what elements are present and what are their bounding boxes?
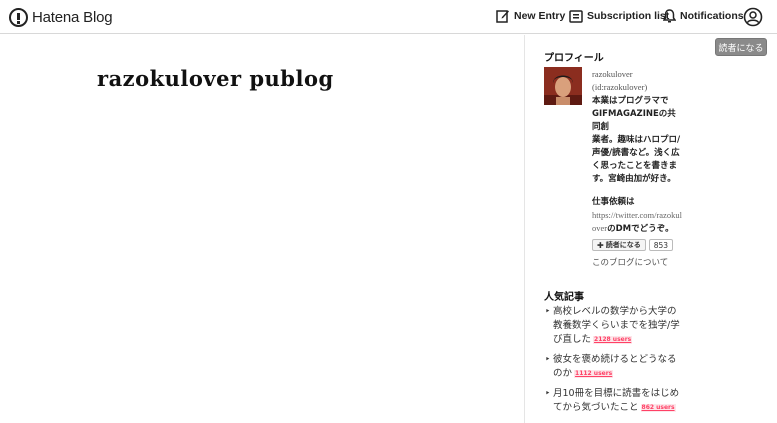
- subscriber-count[interactable]: 853: [648, 239, 674, 251]
- logo-text: Hatena Blog: [32, 8, 113, 26]
- bookmark-users-badge[interactable]: 1112 users: [574, 369, 614, 378]
- twitter-suffix: のDMでどうぞ。: [607, 224, 674, 234]
- profile-name[interactable]: razokulover: [592, 68, 647, 81]
- bio-line: く思ったことを書きま: [592, 161, 678, 171]
- popular-article[interactable]: 彼女を褒め続けるとどうなるのか1112 users: [545, 353, 680, 381]
- bookmark-users-badge[interactable]: 2128 users: [593, 335, 633, 344]
- new-entry-button[interactable]: New Entry: [496, 9, 565, 23]
- new-entry-label: New Entry: [514, 10, 566, 22]
- hatena-blog-logo[interactable]: Hatena Blog: [9, 7, 113, 27]
- edit-icon: [496, 10, 509, 23]
- about-blog-link[interactable]: このブログについて: [592, 256, 668, 268]
- profile-name-block: razokulover (id:razokulover): [592, 68, 647, 94]
- blog-title[interactable]: razokulover publog: [97, 66, 334, 91]
- popular-heading: 人気記事: [544, 292, 584, 303]
- profile-id: (id:razokulover): [592, 82, 648, 92]
- bell-icon: [663, 9, 676, 23]
- main-content: razokulover publog: [0, 35, 524, 423]
- profile-bio: 本業はプログラマで GIFMAGAZINEの共同創 業者。趣味はハロプロ/ 声優…: [592, 95, 682, 186]
- subscribe-reader-button[interactable]: 読者になる: [715, 38, 767, 56]
- subscription-list-button[interactable]: Subscription list: [569, 9, 669, 23]
- avatar-image: [544, 67, 582, 105]
- top-navbar: Hatena Blog New Entry Subscription list …: [0, 0, 777, 34]
- bio-line: 業者。趣味はハロプロ/: [592, 135, 681, 145]
- subscribe-label: 読者になる: [605, 241, 641, 249]
- notifications-button[interactable]: Notifications: [663, 9, 744, 23]
- avatar[interactable]: [544, 67, 582, 105]
- user-menu-button[interactable]: [743, 7, 763, 31]
- bio-line: 声優/読書など。浅く広: [592, 148, 680, 158]
- hatena-logo-icon: [9, 7, 28, 27]
- popular-article[interactable]: 月10冊を目標に読書をはじめてから気づいたこと862 users: [545, 387, 680, 415]
- twitter-link[interactable]: https://twitter.com/razokul: [592, 209, 682, 222]
- bio-line: GIFMAGAZINEの共同創: [592, 109, 676, 132]
- popular-article[interactable]: 高校レベルの数学から大学の教養数学くらいまでを独学/学び直した2128 user…: [545, 305, 680, 347]
- article-title[interactable]: 彼女を褒め続けるとどうなるのか: [553, 354, 677, 379]
- subscribe-row: ✚ 読者になる 853: [592, 239, 674, 251]
- plus-icon: ✚: [597, 240, 604, 250]
- subscription-icon: [569, 10, 583, 23]
- subscribe-button[interactable]: ✚ 読者になる: [592, 239, 646, 251]
- bookmark-users-badge[interactable]: 862 users: [640, 403, 676, 412]
- notifications-label: Notifications: [680, 10, 744, 22]
- twitter-link-end[interactable]: over: [592, 223, 607, 233]
- profile-heading: プロフィール: [544, 53, 604, 64]
- subscription-list-label: Subscription list: [587, 10, 670, 22]
- profile-work-info: 仕事依頼は https://twitter.com/razokul overのD…: [592, 196, 682, 236]
- bio-line: す。宮崎由加が好き。: [592, 174, 676, 184]
- popular-articles-list: 高校レベルの数学から大学の教養数学くらいまでを独学/学び直した2128 user…: [545, 305, 680, 421]
- work-heading: 仕事依頼は: [592, 197, 635, 207]
- bio-line: 本業はプログラマで: [592, 96, 669, 106]
- user-account-icon: [743, 7, 763, 27]
